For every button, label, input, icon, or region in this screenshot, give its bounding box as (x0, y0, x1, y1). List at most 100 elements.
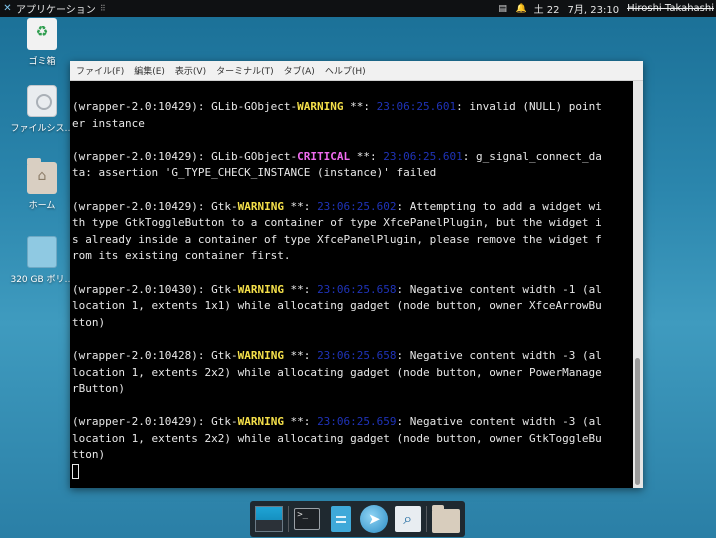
log-level: CRITICAL (297, 149, 351, 163)
system-tray: ▤ 🔔 土 22 7月, 23:10 Hiroshi Takahashi (498, 0, 714, 17)
dock-separator (287, 506, 289, 532)
notification-bell-icon[interactable]: 🔔 (516, 4, 527, 14)
applications-menu-label: アプリケーション (16, 5, 96, 16)
show-desktop-icon (254, 506, 283, 532)
terminal-line: (wrapper-2.0:10429): Gtk-WARNING **: 23:… (72, 414, 633, 431)
text-cursor (72, 464, 79, 480)
terminal-line: th type GtkToggleButton to a container o… (72, 215, 633, 232)
log-text: **: (350, 149, 384, 163)
terminal-line: (wrapper-2.0:10429): GLib-GObject-WARNIN… (72, 99, 633, 116)
terminal-line: s already inside a container of type Xfc… (72, 232, 633, 249)
menu-file[interactable]: ファイル(F) (76, 64, 124, 77)
log-text: th type GtkToggleButton to a container o… (72, 216, 602, 230)
log-text: s already inside a container of type Xfc… (72, 232, 602, 246)
terminal-line: location 1, extents 1x1) while allocatin… (72, 298, 633, 315)
terminal-line: tton) (72, 447, 633, 464)
log-text: location 1, extents 2x2) while allocatin… (72, 365, 602, 379)
dock-file-manager[interactable] (326, 504, 356, 534)
log-timestamp: 23:06:25.602 (317, 199, 397, 213)
terminal-menubar: ファイル(F) 編集(E) 表示(V) ターミナル(T) タブ(A) ヘルプ(H… (70, 61, 643, 81)
log-text: tton) (72, 315, 106, 329)
desktop-icon-trash[interactable]: ゴミ箱 (7, 18, 77, 67)
desktop-icon-home[interactable]: ホーム (7, 158, 77, 211)
log-text: rom its existing container first. (72, 249, 291, 263)
log-text: **: (283, 415, 318, 429)
terminal-prompt-line[interactable] (72, 464, 633, 481)
desktop-icon-volume[interactable]: 320 GB ボリ… (7, 236, 77, 285)
log-text: : invalid (NULL) point (456, 100, 602, 113)
log-text: : Negative content width -3 (al (396, 348, 602, 362)
clipboard-icon[interactable]: ▤ (498, 4, 508, 14)
terminal-line: er instance (72, 116, 633, 133)
menu-tabs[interactable]: タブ(A) (284, 64, 315, 77)
log-text: tton) (72, 448, 106, 462)
log-level: WARNING (297, 100, 344, 113)
desktop-icon-label: ホーム (28, 201, 56, 211)
log-text: (wrapper-2.0:10429): Gtk- (72, 199, 238, 213)
applications-menu-button[interactable]: ✕ アプリケーション ⠿ (0, 0, 106, 17)
desktop-icon-filesystem[interactable]: ファイルシス… (7, 85, 77, 134)
desktop-icon-label: ファイルシス… (10, 124, 74, 134)
terminal-line: tton) (72, 315, 633, 332)
menu-terminal[interactable]: ターミナル(T) (216, 64, 274, 77)
app-finder-icon: ⌕ (394, 506, 421, 532)
log-timestamp: 23:06:25.658 (317, 282, 397, 296)
log-text: (wrapper-2.0:10429): Gtk- (72, 415, 238, 429)
log-text: rButton) (72, 382, 125, 396)
xfce-logo-icon: ✕ (3, 3, 12, 14)
log-text: ta: assertion 'G_TYPE_CHECK_INSTANCE (in… (72, 166, 437, 180)
terminal-line: rom its existing container first. (72, 248, 633, 265)
log-level: WARNING (237, 415, 284, 429)
log-timestamp: 23:06:25.601 (376, 100, 457, 113)
log-timestamp: 23:06:25.658 (317, 348, 397, 362)
dock-show-desktop[interactable] (254, 504, 284, 534)
web-browser-icon: ➤ (360, 505, 389, 533)
log-timestamp: 23:06:25.601 (383, 149, 463, 163)
trash-icon (27, 18, 57, 50)
dock: >_ ➤ ⌕ (250, 501, 465, 537)
workspace-label[interactable]: 土 22 (534, 1, 560, 16)
terminal-line: (wrapper-2.0:10429): GLib-GObject-CRITIC… (72, 149, 633, 166)
log-text: location 1, extents 1x1) while allocatin… (72, 299, 602, 313)
scrollbar-thumb[interactable] (635, 358, 640, 485)
log-text: (wrapper-2.0:10428): Gtk- (72, 348, 238, 362)
menu-view[interactable]: 表示(V) (175, 64, 206, 77)
terminal-scrollbar[interactable] (633, 81, 643, 488)
terminal-output[interactable]: (wrapper-2.0:10429): GLib-GObject-WARNIN… (70, 81, 633, 488)
dock-web-browser[interactable]: ➤ (359, 504, 389, 534)
terminal-line: location 1, extents 2x2) while allocatin… (72, 365, 633, 382)
log-text: : g_signal_connect_da (462, 149, 602, 163)
terminal-line: (wrapper-2.0:10428): Gtk-WARNING **: 23:… (72, 348, 633, 365)
log-text: **: (283, 199, 318, 213)
desktop-icon-label: 320 GB ボリ… (10, 275, 74, 285)
drive-icon (27, 85, 57, 117)
dock-separator (426, 506, 428, 532)
log-level: WARNING (237, 282, 284, 296)
user-name[interactable]: Hiroshi Takahashi (627, 3, 714, 14)
log-level: WARNING (237, 199, 284, 213)
log-text: **: (283, 348, 318, 362)
desktop-icon-label: ゴミ箱 (28, 57, 56, 67)
log-text: (wrapper-2.0:10429): GLib-GObject- (72, 100, 298, 113)
folder-icon (432, 504, 461, 533)
menu-edit[interactable]: 編集(E) (134, 64, 165, 77)
log-level: WARNING (237, 348, 284, 362)
menu-help[interactable]: ヘルプ(H) (325, 64, 366, 77)
terminal-icon: >_ (294, 508, 321, 530)
dock-terminal[interactable]: >_ (292, 504, 322, 534)
dock-folder[interactable] (431, 504, 461, 534)
dock-app-finder[interactable]: ⌕ (393, 504, 423, 534)
terminal-line: location 1, extents 2x2) while allocatin… (72, 431, 633, 448)
log-text: : Attempting to add a widget wi (396, 199, 602, 213)
log-text: location 1, extents 2x2) while allocatin… (72, 431, 602, 445)
panel-grip-icon: ⠿ (99, 4, 106, 13)
terminal-line: rButton) (72, 381, 633, 398)
top-panel: ✕ アプリケーション ⠿ ▤ 🔔 土 22 7月, 23:10 Hiroshi … (0, 0, 716, 17)
terminal-line: ta: assertion 'G_TYPE_CHECK_INSTANCE (in… (72, 165, 633, 182)
home-folder-icon (27, 158, 57, 194)
clock[interactable]: 7月, 23:10 (568, 1, 620, 16)
terminal-window[interactable]: ファイル(F) 編集(E) 表示(V) ターミナル(T) タブ(A) ヘルプ(H… (70, 61, 643, 488)
